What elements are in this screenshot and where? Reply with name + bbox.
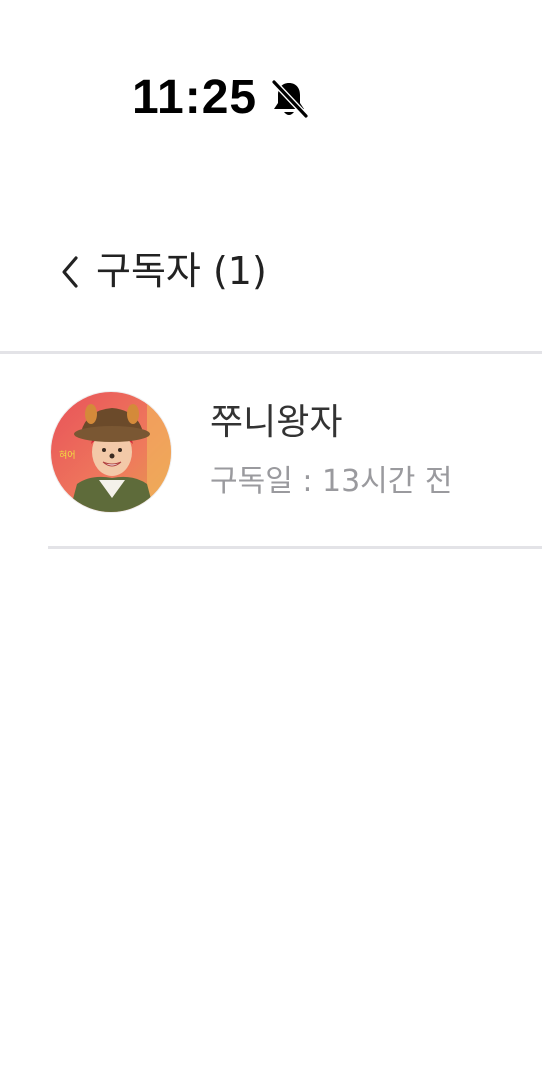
page-title: 구독자 (1) — [96, 249, 267, 293]
status-bar: 11:25 — [0, 0, 542, 150]
subscriber-list-item[interactable]: 혀어 쭈니왕자 구독일 : 13시간 전 — [0, 354, 542, 546]
list-divider — [48, 546, 542, 549]
avatar[interactable]: 혀어 — [50, 391, 172, 513]
navigation-bar: 구독자 (1) — [0, 230, 542, 310]
bell-slash-icon — [268, 78, 310, 120]
subscribe-date: 구독일 : 13시간 전 — [210, 464, 453, 499]
svg-text:혀어: 혀어 — [59, 450, 76, 461]
subscriber-name: 쭈니왕자 — [210, 402, 343, 443]
profile-photo: 혀어 — [51, 392, 171, 512]
status-time: 11:25 — [132, 71, 258, 124]
back-button[interactable] — [50, 248, 90, 296]
chevron-left-icon — [62, 256, 78, 288]
